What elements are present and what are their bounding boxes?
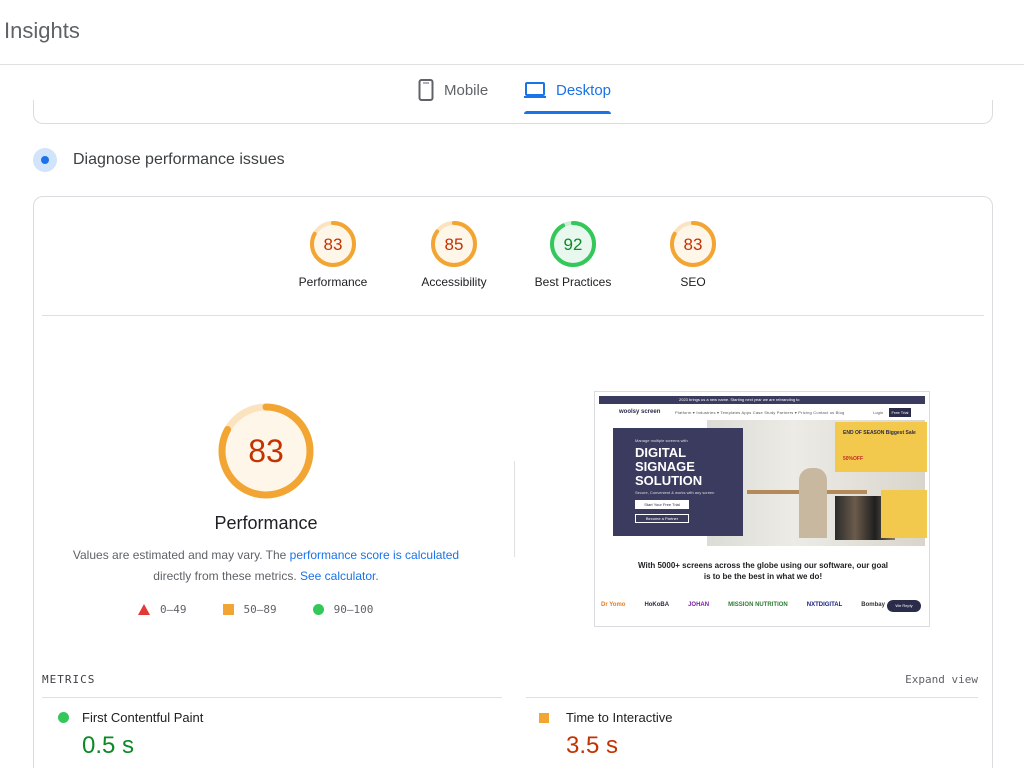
- circle-icon: [312, 604, 324, 615]
- square-icon: [539, 713, 549, 723]
- gauge-best-practices-ring: 92: [550, 221, 596, 267]
- ss-logo-1: Dr Yomo: [601, 602, 626, 608]
- legend-average-range: 50–89: [243, 603, 277, 616]
- ss-logo-5: NXTDIGITAL: [806, 602, 843, 608]
- performance-big-gauge: 83: [218, 403, 314, 499]
- perf-desc-part3: .: [375, 569, 379, 583]
- ss-promo-off: 50%OFF: [843, 456, 864, 462]
- score-legend: 0–49 50–89 90–100: [138, 603, 373, 616]
- gauge-seo-value: 83: [684, 235, 703, 254]
- expand-view-button[interactable]: Expand view: [905, 673, 978, 686]
- metric-tti-value: 3.5 s: [566, 732, 619, 759]
- metrics-title: METRICS: [42, 673, 96, 686]
- ss-logo-6: Bombay: [861, 602, 885, 608]
- ss-promo-screen: END OF SEASON Biggest Sale 50%OFF: [835, 422, 927, 472]
- ss-hero-btn1: Start Your Free Trial: [635, 500, 689, 509]
- ss-navbar: woolsy screen Platform ▾ Industries ▾ Te…: [599, 406, 925, 420]
- legend-good-range: 90–100: [333, 603, 374, 616]
- metric-fcp-name: First Contentful Paint: [82, 710, 204, 725]
- gauge-performance[interactable]: 83 Performance: [273, 219, 393, 289]
- ss-hero-panel: Manage multiple screens with DIGITAL SIG…: [613, 428, 743, 536]
- ss-promo-screen-2: [881, 490, 927, 538]
- diagnose-title: Diagnose performance issues: [73, 151, 285, 168]
- gauge-accessibility[interactable]: 85 Accessibility: [394, 219, 514, 289]
- ss-free-trial: Free Trial: [889, 408, 911, 417]
- ss-announcement-text: 2023 brings us a new name. Starting next…: [679, 397, 800, 402]
- gauge-best-practices[interactable]: 92 Best Practices: [513, 219, 633, 289]
- vertical-divider: [514, 461, 515, 557]
- ss-mannequin: [799, 468, 827, 538]
- metric-tti: Time to Interactive 3.5 s: [526, 697, 978, 767]
- ss-logo-2: HoKoBA: [644, 602, 670, 608]
- performance-title: Performance: [214, 513, 318, 533]
- square-icon: [222, 604, 234, 615]
- legend-poor: 0–49: [138, 603, 187, 616]
- gauge-accessibility-label: Accessibility: [421, 275, 487, 289]
- ss-logo: woolsy screen: [619, 409, 661, 415]
- ss-logo-3: JOHAN: [688, 602, 710, 608]
- performance-big-value: 83: [248, 433, 284, 469]
- ss-caption: With 5000+ screens across the globe usin…: [638, 561, 888, 581]
- legend-average: 50–89: [222, 603, 277, 616]
- ss-promo-title: END OF SEASON Biggest Sale: [843, 430, 916, 436]
- ss-hero-big: DIGITAL SIGNAGE SOLUTION: [635, 445, 703, 488]
- metric-fcp-value: 0.5 s: [82, 732, 135, 759]
- ss-chat-widget: We Reply: [887, 600, 921, 612]
- triangle-icon: [138, 604, 150, 615]
- app-title: Insights: [4, 18, 80, 43]
- ss-hero-small: Manage multiple screens with: [635, 438, 688, 443]
- legend-poor-range: 0–49: [160, 603, 187, 616]
- diagnose-heading: Diagnose performance issues: [33, 148, 285, 172]
- perf-desc-part2: directly from these metrics.: [153, 569, 300, 583]
- gauge-seo-label: SEO: [680, 275, 706, 289]
- perf-desc-part1: Values are estimated and may vary. The: [72, 548, 290, 562]
- metric-fcp: First Contentful Paint 0.5 s: [42, 697, 502, 767]
- ss-client-logos: Dr Yomo HoKoBA JOHAN MISSION NUTRITION N…: [601, 598, 925, 612]
- circle-icon: [58, 712, 69, 723]
- gauge-best-practices-label: Best Practices: [534, 275, 612, 289]
- previous-card-edge: [33, 100, 993, 124]
- gauge-performance-ring: 83: [310, 221, 356, 267]
- smartphone-icon: [418, 79, 434, 101]
- gauge-seo-ring: 83: [670, 221, 716, 267]
- ss-nav-links: Platform ▾ Industries ▾ Templates Apps C…: [675, 410, 845, 415]
- report-card: 83 Performance 85 Accessibility 92 Best …: [33, 196, 993, 768]
- performance-description: Values are estimated and may vary. The p…: [56, 545, 476, 587]
- gauge-best-practices-value: 92: [564, 235, 583, 254]
- tab-mobile-label: Mobile: [444, 81, 489, 99]
- page-screenshot: 2023 brings us a new name. Starting next…: [594, 391, 930, 627]
- gauge-performance-label: Performance: [298, 275, 368, 289]
- performance-score-link[interactable]: performance score is calculated: [290, 548, 459, 562]
- top-bar: Insights: [0, 0, 1024, 65]
- ss-hero-btn2: Become a Partner: [635, 514, 689, 523]
- metric-tti-name: Time to Interactive: [566, 710, 673, 725]
- gauge-seo[interactable]: 83 SEO: [633, 219, 753, 289]
- gauge-performance-value: 83: [324, 235, 343, 254]
- ss-login: Login: [873, 410, 883, 415]
- ss-logo-4: MISSION NUTRITION: [728, 602, 788, 608]
- laptop-icon: [524, 82, 546, 98]
- ss-announcement-bar: 2023 brings us a new name. Starting next…: [599, 396, 925, 404]
- score-gauges: 83 Performance 85 Accessibility 92 Best …: [34, 219, 994, 299]
- see-calculator-link[interactable]: See calculator: [300, 569, 375, 583]
- gauges-divider: [42, 315, 984, 316]
- diagnose-icon: [33, 148, 57, 172]
- ss-hero-sub: Secure, Convenient & works with any scre…: [635, 490, 715, 495]
- legend-good: 90–100: [312, 603, 374, 616]
- gauge-accessibility-value: 85: [445, 235, 464, 254]
- tab-desktop-label: Desktop: [556, 81, 612, 99]
- gauge-accessibility-ring: 85: [431, 221, 477, 267]
- metrics-header: METRICS Expand view: [42, 669, 986, 699]
